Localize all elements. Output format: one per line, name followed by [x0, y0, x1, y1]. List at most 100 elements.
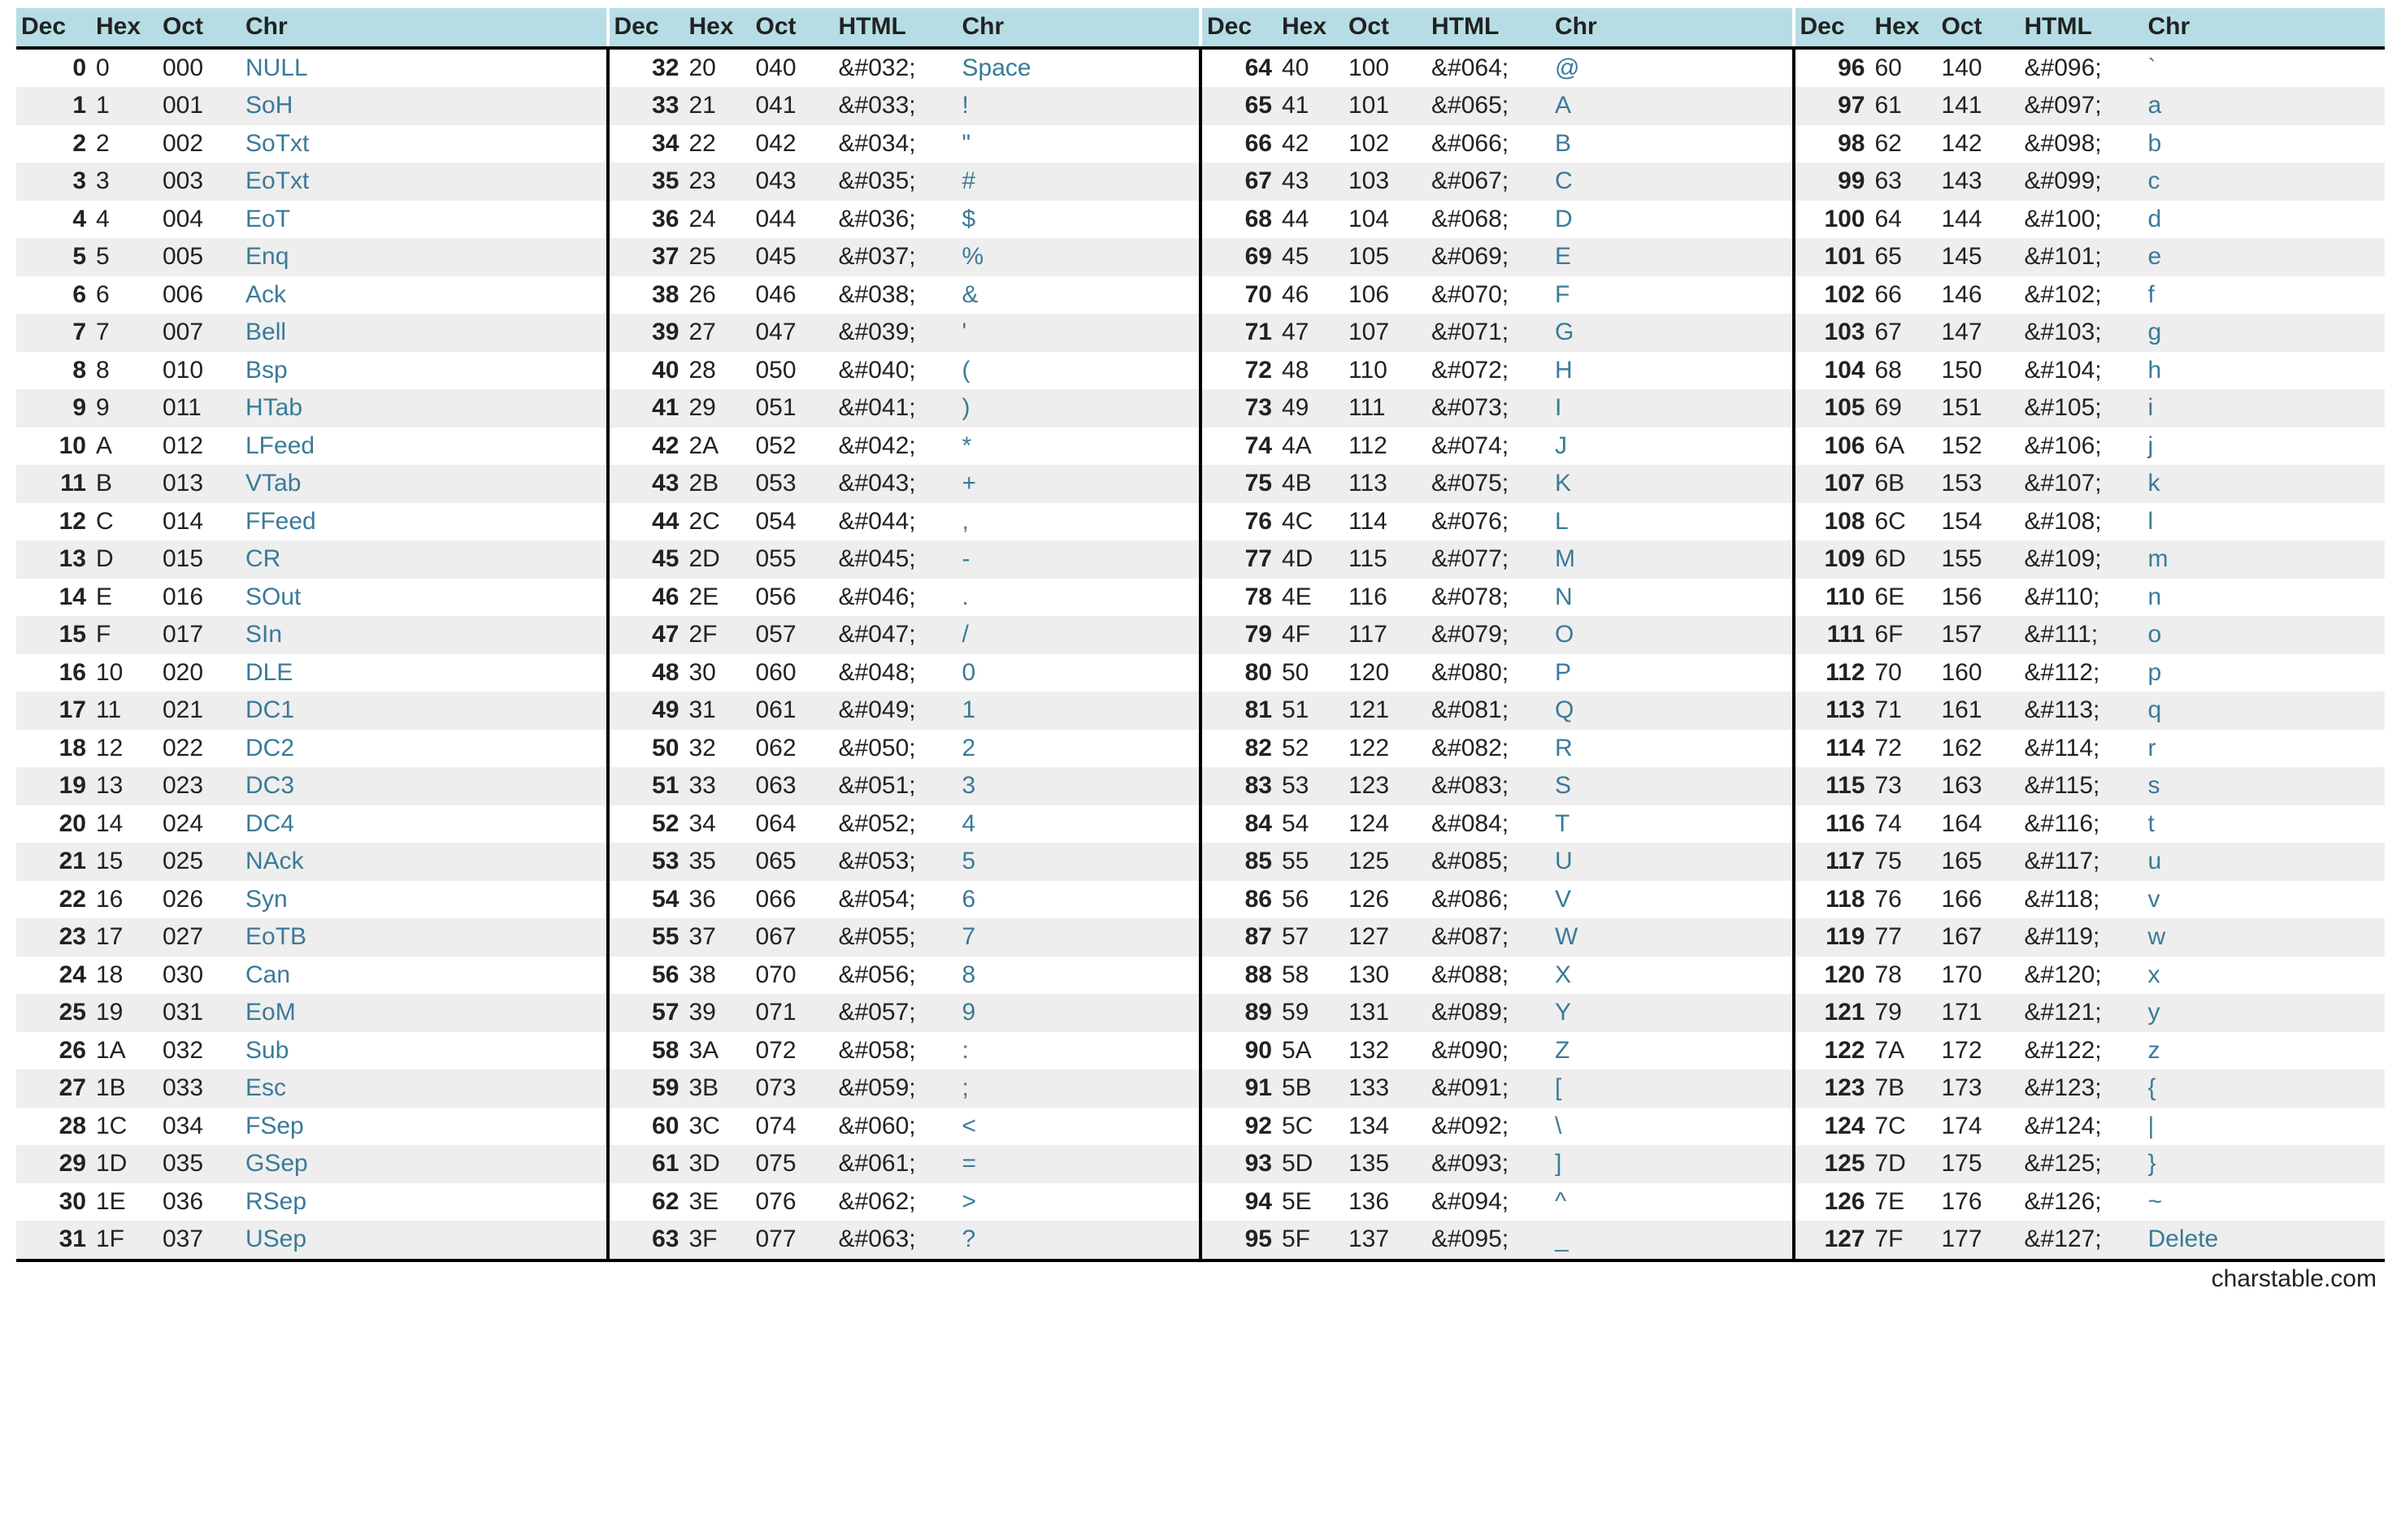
cell-chr[interactable]: E	[1550, 238, 1792, 276]
cell-chr[interactable]: DC2	[241, 730, 606, 768]
cell-chr[interactable]: Z	[1550, 1032, 1792, 1070]
cell-chr[interactable]: EoTB	[241, 918, 606, 957]
cell-chr[interactable]: FSep	[241, 1108, 606, 1146]
cell-chr[interactable]: u	[2143, 843, 2386, 881]
cell-chr[interactable]: o	[2143, 616, 2386, 654]
cell-chr[interactable]: FFeed	[241, 503, 606, 541]
cell-chr[interactable]: P	[1550, 654, 1792, 692]
cell-chr[interactable]: F	[1550, 276, 1792, 315]
cell-chr[interactable]: Syn	[241, 881, 606, 919]
cell-chr[interactable]: "	[957, 125, 1200, 163]
cell-chr[interactable]: 8	[957, 957, 1200, 995]
cell-chr[interactable]: 4	[957, 805, 1200, 844]
cell-chr[interactable]: )	[957, 389, 1200, 427]
cell-chr[interactable]: w	[2143, 918, 2386, 957]
cell-chr[interactable]: M	[1550, 540, 1792, 579]
cell-chr[interactable]: /	[957, 616, 1200, 654]
cell-chr[interactable]: }	[2143, 1145, 2386, 1183]
cell-chr[interactable]: $	[957, 201, 1200, 239]
cell-chr[interactable]: N	[1550, 579, 1792, 617]
cell-chr[interactable]: f	[2143, 276, 2386, 315]
cell-chr[interactable]: X	[1550, 957, 1792, 995]
cell-chr[interactable]: Bell	[241, 314, 606, 352]
cell-chr[interactable]: z	[2143, 1032, 2386, 1070]
cell-chr[interactable]: Space	[957, 50, 1200, 88]
cell-chr[interactable]: 9	[957, 994, 1200, 1032]
cell-chr[interactable]: EoM	[241, 994, 606, 1032]
cell-chr[interactable]: +	[957, 465, 1200, 503]
cell-chr[interactable]: e	[2143, 238, 2386, 276]
cell-chr[interactable]: (	[957, 352, 1200, 390]
cell-chr[interactable]: <	[957, 1108, 1200, 1146]
cell-chr[interactable]: R	[1550, 730, 1792, 768]
cell-chr[interactable]: a	[2143, 87, 2386, 125]
cell-chr[interactable]: K	[1550, 465, 1792, 503]
cell-chr[interactable]: m	[2143, 540, 2386, 579]
cell-chr[interactable]: CR	[241, 540, 606, 579]
cell-chr[interactable]: 3	[957, 767, 1200, 805]
cell-chr[interactable]: &	[957, 276, 1200, 315]
cell-chr[interactable]: =	[957, 1145, 1200, 1183]
cell-chr[interactable]: l	[2143, 503, 2386, 541]
cell-chr[interactable]: 1	[957, 692, 1200, 730]
cell-chr[interactable]: SoTxt	[241, 125, 606, 163]
cell-chr[interactable]: {	[2143, 1069, 2386, 1108]
cell-chr[interactable]: D	[1550, 201, 1792, 239]
cell-chr[interactable]: USep	[241, 1221, 606, 1259]
cell-chr[interactable]: d	[2143, 201, 2386, 239]
cell-chr[interactable]: LFeed	[241, 427, 606, 466]
cell-chr[interactable]: Ack	[241, 276, 606, 315]
cell-chr[interactable]: t	[2143, 805, 2386, 844]
cell-chr[interactable]: Esc	[241, 1069, 606, 1108]
cell-chr[interactable]: Can	[241, 957, 606, 995]
cell-chr[interactable]: ~	[2143, 1183, 2386, 1221]
cell-chr[interactable]: V	[1550, 881, 1792, 919]
cell-chr[interactable]: GSep	[241, 1145, 606, 1183]
cell-chr[interactable]: Delete	[2143, 1221, 2386, 1259]
cell-chr[interactable]: n	[2143, 579, 2386, 617]
cell-chr[interactable]: j	[2143, 427, 2386, 466]
cell-chr[interactable]: -	[957, 540, 1200, 579]
cell-chr[interactable]: 2	[957, 730, 1200, 768]
cell-chr[interactable]: h	[2143, 352, 2386, 390]
cell-chr[interactable]: x	[2143, 957, 2386, 995]
cell-chr[interactable]: Enq	[241, 238, 606, 276]
cell-chr[interactable]: C	[1550, 163, 1792, 201]
cell-chr[interactable]: _	[1550, 1221, 1792, 1259]
cell-chr[interactable]: g	[2143, 314, 2386, 352]
cell-chr[interactable]: I	[1550, 389, 1792, 427]
cell-chr[interactable]: #	[957, 163, 1200, 201]
cell-chr[interactable]: Y	[1550, 994, 1792, 1032]
cell-chr[interactable]: k	[2143, 465, 2386, 503]
cell-chr[interactable]: EoTxt	[241, 163, 606, 201]
cell-chr[interactable]: i	[2143, 389, 2386, 427]
cell-chr[interactable]: s	[2143, 767, 2386, 805]
cell-chr[interactable]: %	[957, 238, 1200, 276]
cell-chr[interactable]: >	[957, 1183, 1200, 1221]
cell-chr[interactable]: 7	[957, 918, 1200, 957]
cell-chr[interactable]: J	[1550, 427, 1792, 466]
cell-chr[interactable]: W	[1550, 918, 1792, 957]
cell-chr[interactable]: ^	[1550, 1183, 1792, 1221]
cell-chr[interactable]: SIn	[241, 616, 606, 654]
cell-chr[interactable]: ,	[957, 503, 1200, 541]
cell-chr[interactable]: @	[1550, 50, 1792, 88]
cell-chr[interactable]: EoT	[241, 201, 606, 239]
cell-chr[interactable]: H	[1550, 352, 1792, 390]
cell-chr[interactable]: q	[2143, 692, 2386, 730]
cell-chr[interactable]: T	[1550, 805, 1792, 844]
cell-chr[interactable]: VTab	[241, 465, 606, 503]
cell-chr[interactable]: '	[957, 314, 1200, 352]
cell-chr[interactable]: S	[1550, 767, 1792, 805]
cell-chr[interactable]: ]	[1550, 1145, 1792, 1183]
cell-chr[interactable]: `	[2143, 50, 2386, 88]
cell-chr[interactable]: U	[1550, 843, 1792, 881]
cell-chr[interactable]: 0	[957, 654, 1200, 692]
cell-chr[interactable]: \	[1550, 1108, 1792, 1146]
cell-chr[interactable]: v	[2143, 881, 2386, 919]
cell-chr[interactable]: HTab	[241, 389, 606, 427]
cell-chr[interactable]: O	[1550, 616, 1792, 654]
cell-chr[interactable]: [	[1550, 1069, 1792, 1108]
cell-chr[interactable]: p	[2143, 654, 2386, 692]
cell-chr[interactable]: DLE	[241, 654, 606, 692]
